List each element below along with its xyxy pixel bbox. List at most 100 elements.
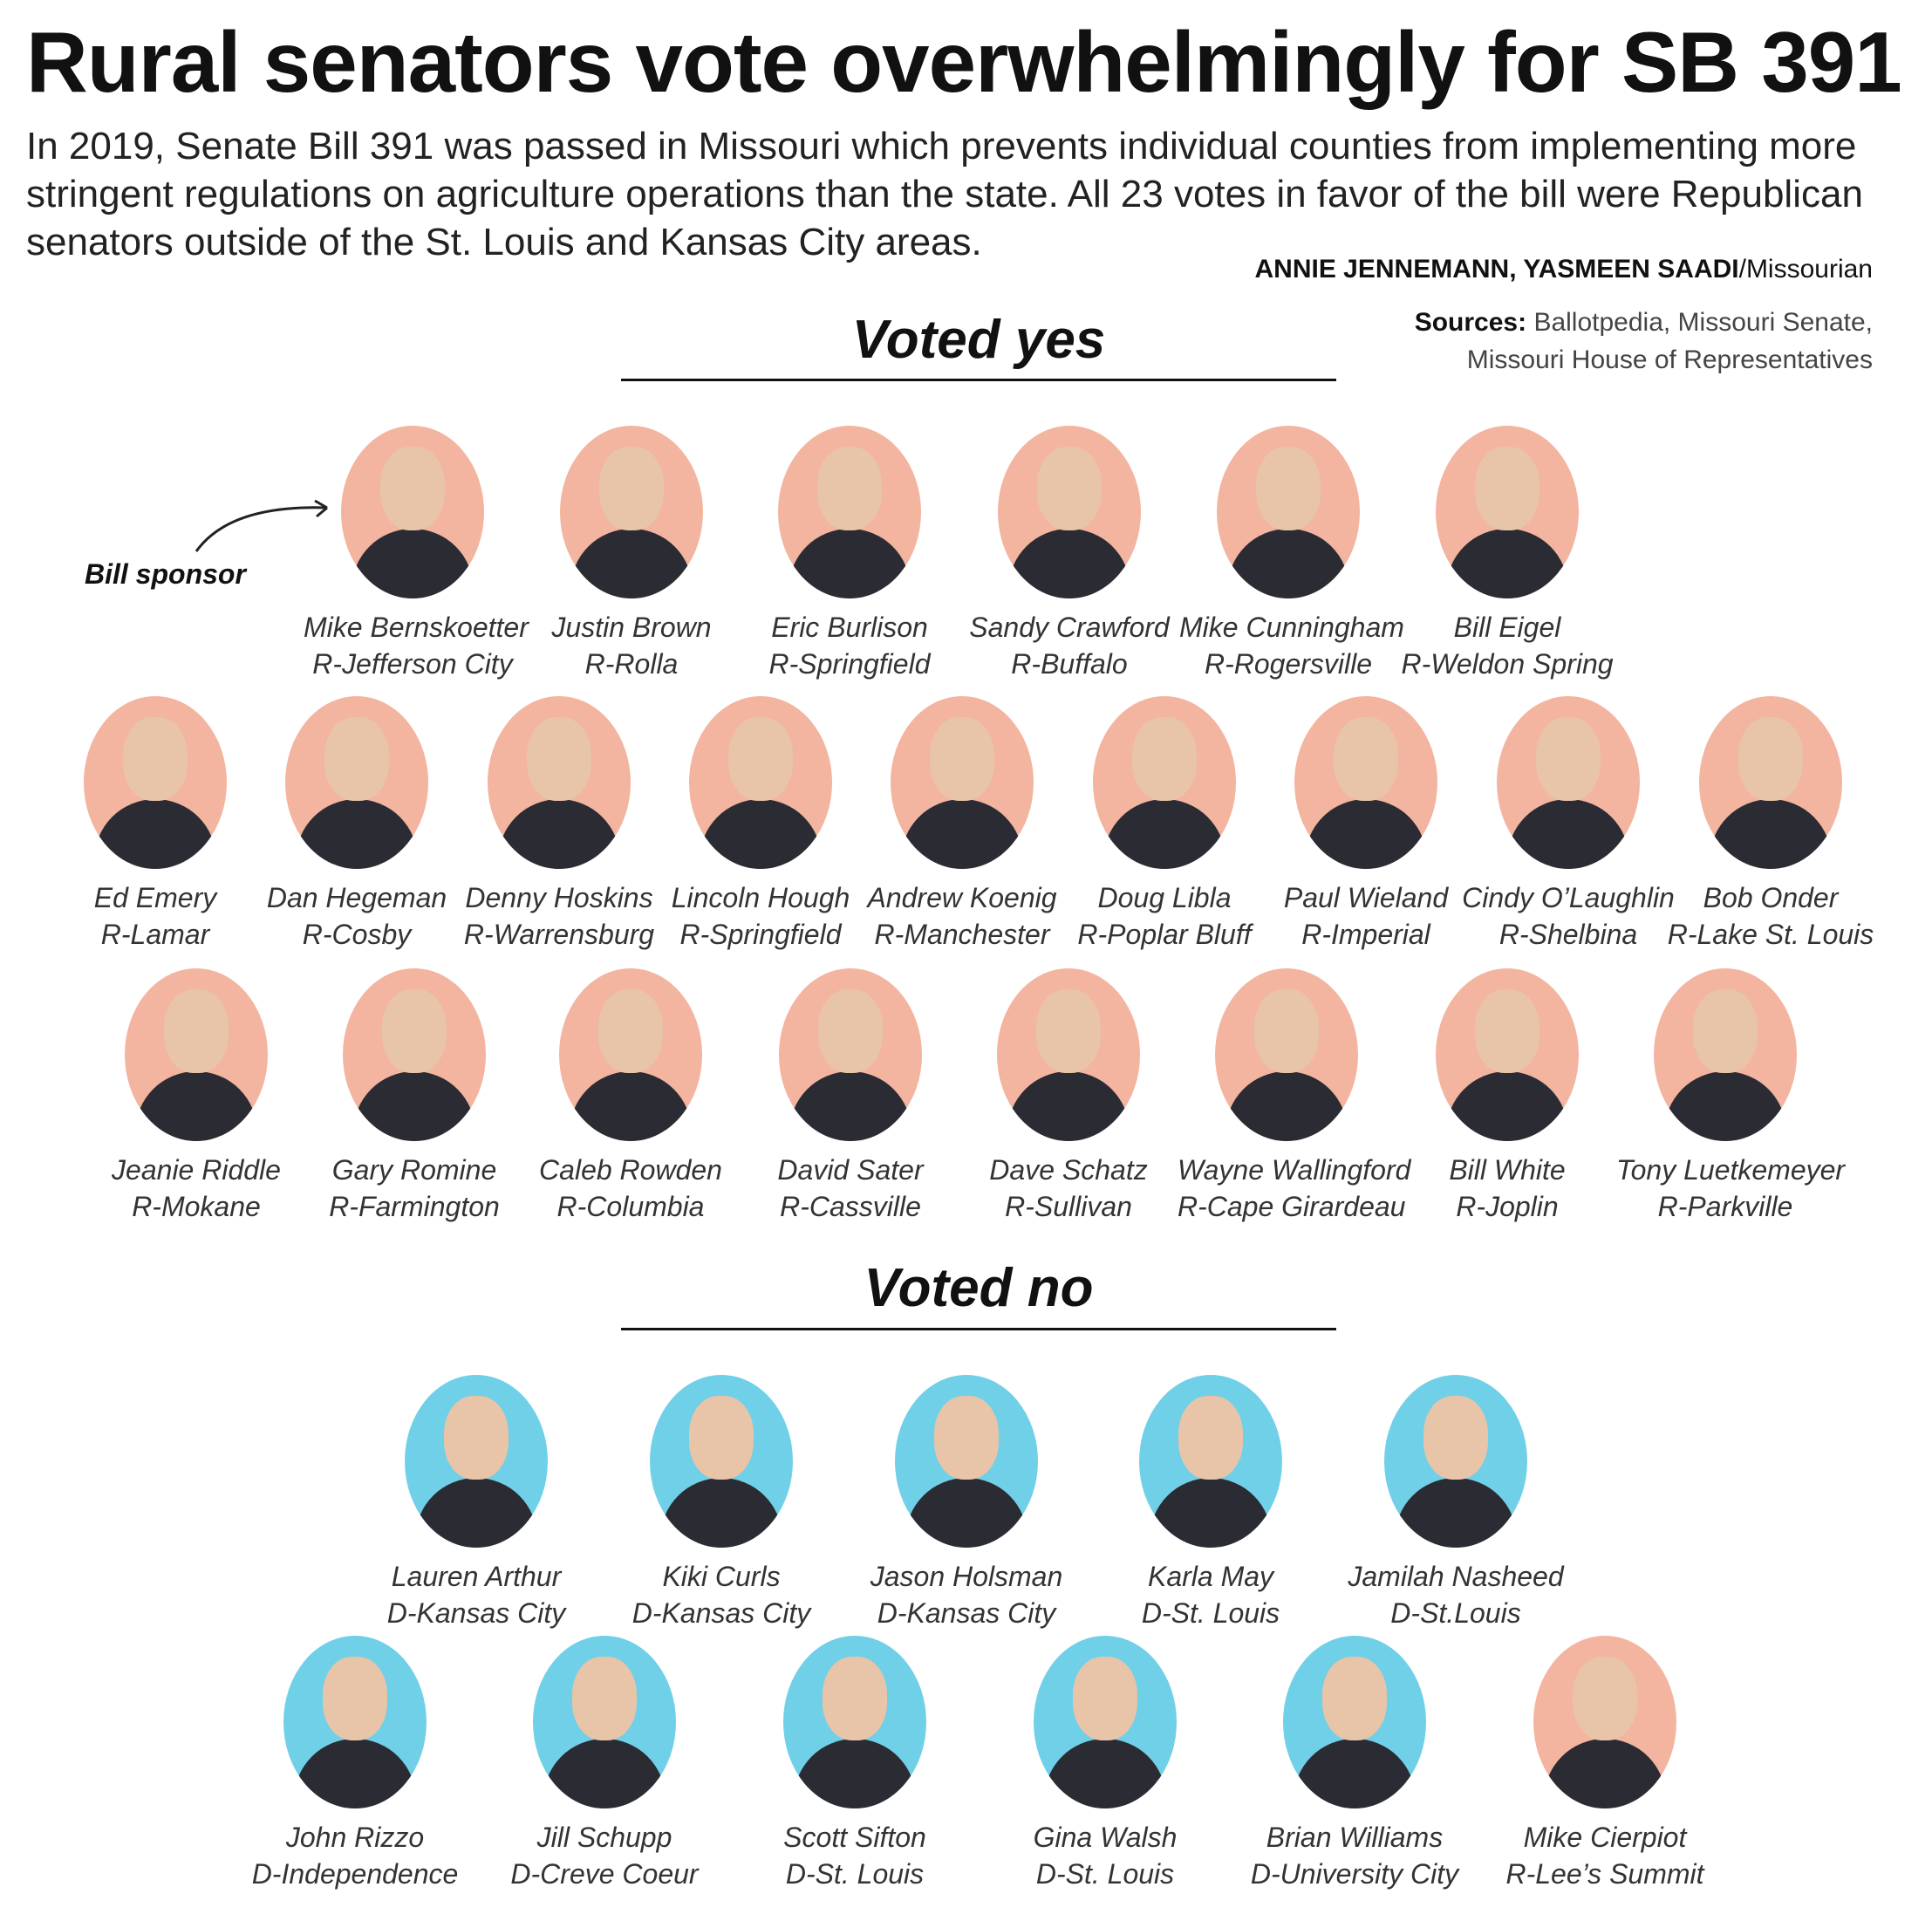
- portrait-shoulders: [700, 799, 822, 869]
- portrait-head: [123, 717, 188, 801]
- senator-card: Andrew Koenig R-Manchester: [853, 696, 1071, 953]
- senator-card: Wayne Wallingford R-Cape Girardeau: [1178, 968, 1411, 1225]
- bill-sponsor-label: Bill sponsor: [85, 558, 246, 590]
- senator-district: R-Springfield: [768, 648, 931, 680]
- portrait-shoulders: [1007, 1071, 1130, 1141]
- portrait-shoulders: [1446, 1071, 1568, 1141]
- senator-portrait: [283, 1636, 427, 1808]
- portrait-shoulders: [94, 799, 216, 869]
- portrait-shoulders: [1008, 529, 1130, 598]
- senator-portrait: [783, 1636, 926, 1808]
- portrait-head: [598, 989, 663, 1073]
- senator-portrait: [405, 1375, 548, 1548]
- portrait-shoulders: [415, 1478, 537, 1548]
- senator-name: Jill Schupp: [536, 1822, 672, 1853]
- senator-portrait: [1294, 696, 1437, 869]
- senator-name: Bill Eigel: [1453, 612, 1561, 643]
- senator-portrait: [1384, 1375, 1527, 1548]
- senator-card: Mike Cierpiot R-Lee’s Summit: [1496, 1636, 1714, 1892]
- senator-district: R-Joplin: [1456, 1191, 1559, 1222]
- senator-card: Kiki Curls D-Kansas City: [612, 1375, 830, 1631]
- senator-name: Karla May: [1147, 1561, 1274, 1592]
- portrait-shoulders: [1227, 529, 1349, 598]
- portrait-head: [1178, 1396, 1243, 1480]
- portrait-head: [1322, 1657, 1387, 1740]
- senator-district: R-Lee’s Summit: [1505, 1858, 1704, 1890]
- senator-portrait: [779, 968, 922, 1141]
- senator-portrait: [1497, 696, 1640, 869]
- senator-portrait: [998, 426, 1141, 598]
- senator-card: Caleb Rowden R-Columbia: [522, 968, 740, 1225]
- senator-portrait: [560, 426, 703, 598]
- portrait-head: [934, 1396, 999, 1480]
- senator-name: Dan Hegeman: [266, 882, 447, 913]
- credit-outlet: /Missourian: [1738, 255, 1873, 284]
- senator-card: Brian Williams D-University City: [1246, 1636, 1464, 1892]
- senator-district: R-Lamar: [100, 919, 210, 950]
- voted-no-rule: [621, 1328, 1336, 1330]
- sources-label: Sources:: [1414, 308, 1527, 337]
- portrait-shoulders: [1446, 529, 1568, 598]
- senator-portrait: [891, 696, 1034, 869]
- credit-line: ANNIE JENNEMANN, YASMEEN SAADI/Missouria…: [1255, 255, 1874, 284]
- senator-card: Gina Walsh D-St. Louis: [996, 1636, 1214, 1892]
- senator-name: Brian Williams: [1266, 1822, 1444, 1853]
- senator-name: Wayne Wallingford: [1178, 1154, 1411, 1186]
- senator-district: R-Parkville: [1657, 1191, 1793, 1222]
- senator-district: R-Manchester: [874, 919, 1050, 950]
- senator-portrait: [895, 1375, 1038, 1548]
- portrait-shoulders: [135, 1071, 257, 1141]
- senator-card: Mike Cunningham R-Rogersville: [1179, 426, 1404, 682]
- portrait-shoulders: [570, 529, 693, 598]
- portrait-head: [324, 717, 389, 801]
- senator-district: D-St. Louis: [1035, 1858, 1175, 1890]
- senator-card: Doug Libla R-Poplar Bluff: [1055, 696, 1273, 953]
- senator-portrait: [1217, 426, 1360, 598]
- portrait-shoulders: [1544, 1739, 1666, 1808]
- senator-name: Mike Cierpiot: [1523, 1822, 1687, 1853]
- senator-name: David Sater: [777, 1154, 924, 1186]
- senator-portrait: [341, 426, 484, 598]
- senator-district: R-Buffalo: [1011, 648, 1128, 680]
- senator-district: D-Kansas City: [877, 1597, 1056, 1629]
- portrait-shoulders: [660, 1478, 782, 1548]
- portrait-head: [1037, 447, 1102, 530]
- senator-card: Justin Brown R-Rolla: [522, 426, 741, 682]
- senator-name: Kiki Curls: [662, 1561, 781, 1592]
- senator-name: Andrew Koenig: [867, 882, 1057, 913]
- portrait-shoulders: [294, 1739, 416, 1808]
- senator-card: Dan Hegeman R-Cosby: [248, 696, 466, 953]
- senator-portrait: [1533, 1636, 1676, 1808]
- senator-card: Bill White R-Joplin: [1398, 968, 1616, 1225]
- senator-card: Karla May D-St. Louis: [1102, 1375, 1320, 1631]
- portrait-head: [1254, 989, 1319, 1073]
- senator-portrait: [125, 968, 268, 1141]
- senator-district: D-University City: [1250, 1858, 1459, 1890]
- senator-portrait: [1139, 1375, 1282, 1548]
- portrait-head: [444, 1396, 509, 1480]
- senator-card: Dave Schatz R-Sullivan: [959, 968, 1178, 1225]
- senator-district: D-St. Louis: [1141, 1597, 1280, 1629]
- sources-line-1: Ballotpedia, Missouri Senate,: [1526, 308, 1873, 337]
- senator-name: John Rizzo: [285, 1822, 425, 1853]
- portrait-shoulders: [1664, 1071, 1786, 1141]
- senator-district: D-Kansas City: [386, 1597, 566, 1629]
- portrait-head: [1132, 717, 1197, 801]
- portrait-shoulders: [352, 529, 474, 598]
- portrait-head: [1073, 1657, 1137, 1740]
- senator-portrait: [997, 968, 1140, 1141]
- portrait-head: [527, 717, 591, 801]
- senator-name: Mike Cunningham: [1179, 612, 1404, 643]
- portrait-shoulders: [1395, 1478, 1517, 1548]
- portrait-head: [823, 1657, 887, 1740]
- sources-line-2: Missouri House of Representatives: [1466, 345, 1873, 374]
- senator-card: Jamilah Nasheed D-St.Louis: [1347, 1375, 1565, 1631]
- senator-card: Denny Hoskins R-Warrensburg: [450, 696, 668, 953]
- senator-portrait: [1283, 1636, 1426, 1808]
- senator-card: Gary Romine R-Farmington: [305, 968, 523, 1225]
- senator-card: Mike Bernskoetter R-Jefferson City: [304, 426, 529, 682]
- senator-name: Denny Hoskins: [465, 882, 653, 913]
- senator-card: John Rizzo D-Independence: [246, 1636, 464, 1892]
- portrait-head: [1693, 989, 1758, 1073]
- senator-portrait: [1215, 968, 1358, 1141]
